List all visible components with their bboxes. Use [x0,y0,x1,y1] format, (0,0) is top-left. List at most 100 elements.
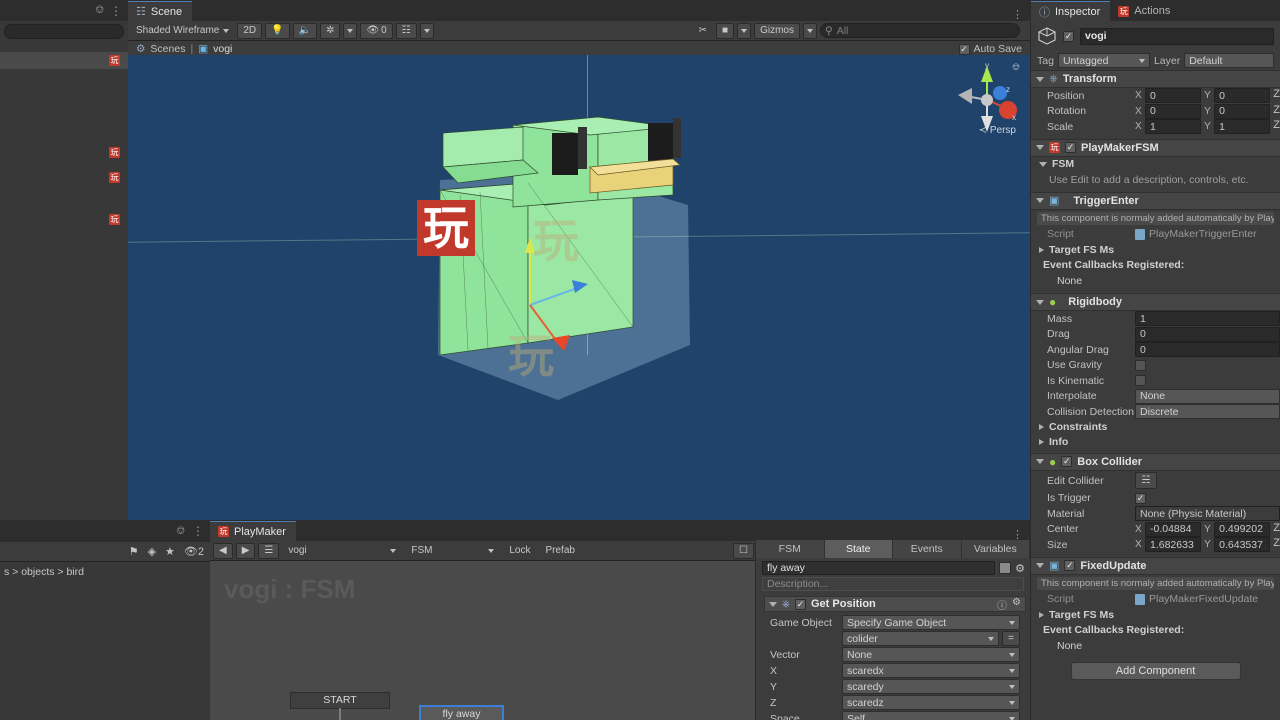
lock-button[interactable]: Lock [503,543,536,559]
tab-fsm[interactable]: FSM [756,540,825,558]
position-y-input[interactable]: 0 [1214,88,1271,104]
toggle-2d-button[interactable]: 2D [237,22,263,39]
object-enabled-checkbox[interactable]: ✓ [1063,30,1074,42]
visibility-off-icon[interactable]: 👁 0 [360,22,393,39]
state-color-swatch[interactable] [999,562,1012,574]
fsm-object-dropdown[interactable]: vogi [282,543,402,559]
position-x-input[interactable]: 0 [1145,88,1202,104]
chevron-right-icon[interactable] [1039,246,1044,253]
center-y-input[interactable]: 0.499202 [1214,521,1271,537]
tab-actions[interactable]: 玩 Actions [1110,1,1181,21]
size-x-input[interactable]: 1.682633 [1145,537,1202,553]
tab-events[interactable]: Events [893,540,962,558]
chevron-right-icon[interactable] [1039,424,1044,430]
gizmos-search-input[interactable]: ⚲ All [820,23,1020,38]
fsm-browser-icon[interactable]: ☐ [733,542,754,559]
rotation-y-input[interactable]: 0 [1214,103,1271,119]
size-y-input[interactable]: 0.643537 [1214,537,1271,553]
lock-icon[interactable]: ⎊ [176,525,185,538]
playmakerfsm-enabled-checkbox[interactable]: ✓ [1065,142,1076,153]
fsm-state-node-selected[interactable]: fly away [419,705,504,720]
chevron-down-icon[interactable] [1036,198,1044,203]
camera-dropdown[interactable] [737,22,752,39]
component-header-rigidbody[interactable]: ● Rigidbody [1031,293,1280,311]
game-object-dropdown[interactable]: Specify Game Object [842,615,1020,630]
scene-object-label[interactable]: vogi [213,43,232,55]
layer-dropdown[interactable]: Default [1184,53,1274,68]
hamburger-icon[interactable]: ☰ [258,542,280,559]
hierarchy-search-input[interactable] [4,24,124,39]
lock-icon[interactable]: ⎊ [95,4,104,17]
component-header-fixedupdate[interactable]: ▣ ✓ FixedUpdate [1031,556,1280,575]
boxcollider-enabled-checkbox[interactable]: ✓ [1061,456,1073,467]
arrow-left-icon[interactable]: ◀ [213,542,233,559]
y-variable-dropdown[interactable]: scaredy [842,679,1020,694]
chevron-down-icon[interactable] [1036,299,1044,305]
collider-object-dropdown[interactable]: colider [842,631,1000,646]
scene-viewport[interactable]: 玩 玩 玩 y x z ⎊ ≺ Persp [128,55,1030,520]
more-menu-icon[interactable]: ⋮ [110,4,122,18]
chevron-right-icon[interactable] [1039,439,1044,445]
hierarchy-row[interactable]: 玩 [0,169,128,186]
tab-variables[interactable]: Variables [961,540,1030,558]
object-name-input[interactable]: vogi [1080,27,1274,45]
hierarchy-row[interactable]: 玩 [0,144,128,161]
fsm-start-node[interactable]: START [290,692,390,709]
gear-icon[interactable]: ⚙ [1012,597,1021,612]
more-menu-icon[interactable]: ⋮ [192,524,204,538]
collision-detection-dropdown[interactable]: Discrete [1135,404,1280,420]
lightbulb-icon[interactable]: 💡 [265,22,290,39]
z-variable-dropdown[interactable]: scaredz [842,695,1020,710]
triggerenter-target-foldout[interactable]: Target FS Ms [1031,242,1280,257]
tab-inspector[interactable]: ⓘ Inspector [1031,1,1111,21]
chevron-down-icon[interactable] [1036,459,1044,464]
packages-icon[interactable]: ◈ [148,545,156,558]
project-breadcrumb[interactable]: s > objects > bird [0,562,210,582]
perspective-label[interactable]: ≺ Persp [978,125,1016,136]
layers-dropdown[interactable] [419,22,434,39]
state-name-input[interactable]: fly away [762,561,996,575]
interpolate-dropdown[interactable]: None [1135,388,1280,404]
chevron-down-icon[interactable] [769,601,777,607]
scale-x-input[interactable]: 1 [1145,119,1202,135]
state-description-input[interactable]: Description... [762,577,1024,591]
hierarchy-row[interactable]: 玩 [0,211,128,228]
component-header-playmakerfsm[interactable]: 玩 ✓ PlayMakerFSM [1031,138,1280,157]
physic-material-field[interactable]: None (Physic Material) [1135,506,1280,522]
rotation-x-input[interactable]: 0 [1145,103,1202,119]
shading-mode-dropdown[interactable]: Shaded Wireframe [131,23,234,39]
component-header-triggerenter[interactable]: ▣ TriggerEnter [1031,191,1280,210]
scene-menu-icon[interactable]: ⋮ [1006,8,1030,21]
action-enabled-checkbox[interactable]: ✓ [795,598,806,610]
autosave-checkbox[interactable]: ✓ [958,43,970,55]
x-variable-dropdown[interactable]: scaredx [842,663,1020,678]
tab-state[interactable]: State [824,540,893,558]
layers-icon[interactable]: ☷ [395,22,417,39]
vector-dropdown[interactable]: None [842,647,1020,662]
fsm-graph-canvas[interactable]: vogi : FSM START wait for trigger ♪ fly … [210,561,755,720]
camera-icon[interactable]: ■ [716,22,735,39]
chevron-down-icon[interactable] [1036,145,1044,150]
hidden-icon[interactable]: 👁2 [184,545,204,558]
star-icon[interactable]: ★ [165,545,175,558]
fsm-dropdown[interactable]: FSM [405,543,500,559]
tab-scene[interactable]: ☷ Scene [128,1,193,21]
angular-drag-input[interactable]: 0 [1135,342,1280,358]
triggerenter-script-value[interactable]: PlayMakerTriggerEnter [1135,228,1280,240]
arrow-right-icon[interactable]: ▶ [235,542,256,559]
use-gravity-checkbox[interactable]: ✓ [1135,359,1146,371]
help-icon[interactable]: ⓘ [997,597,1007,612]
chevron-down-icon[interactable] [1036,76,1044,82]
drag-input[interactable]: 0 [1135,326,1280,342]
fsm-foldout[interactable]: FSM [1031,157,1280,172]
tab-playmaker[interactable]: 玩 PlayMaker [210,521,296,541]
add-component-button[interactable]: Add Component [1070,662,1241,680]
rigidbody-info-foldout[interactable]: Info [1031,435,1280,450]
action-header[interactable]: ⎈ ✓ Get Position ⓘ ⚙ [764,596,1026,612]
hierarchy-row[interactable]: 玩 [0,52,128,69]
is-kinematic-checkbox[interactable]: ✓ [1135,375,1146,387]
tools-icon[interactable]: ✂ [693,23,713,39]
rigidbody-constraints-foldout[interactable]: Constraints [1031,420,1280,435]
speaker-icon[interactable]: 🔈 [292,22,318,39]
space-dropdown[interactable]: Self [842,711,1020,720]
